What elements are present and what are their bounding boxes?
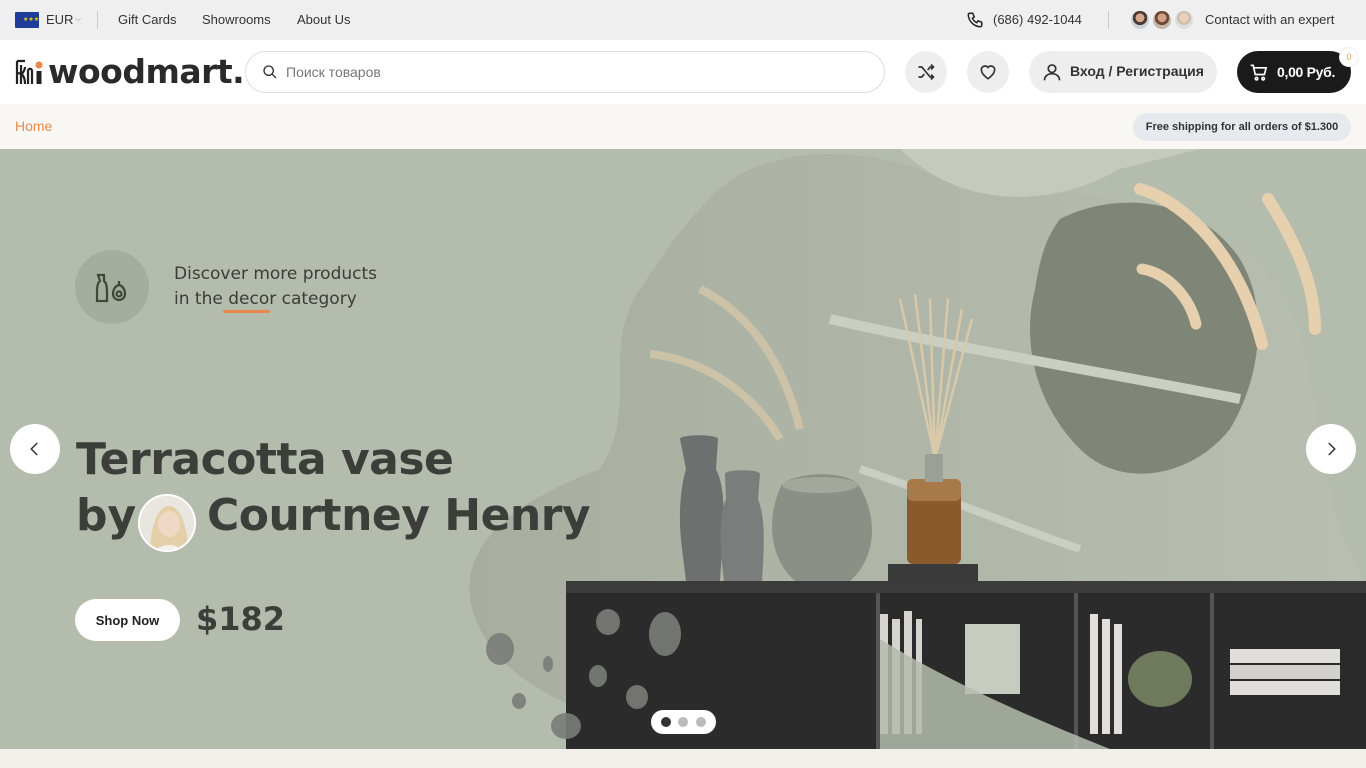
showrooms-link[interactable]: Showrooms [202, 12, 271, 27]
decor-category-badge[interactable] [75, 250, 149, 324]
slide-pagination [651, 710, 716, 734]
slide-dot-3[interactable] [696, 717, 706, 727]
category-promo-line2: in the decor category [174, 289, 357, 309]
vase-icon [95, 273, 127, 303]
slide-dot-2[interactable] [678, 717, 688, 727]
divider [97, 11, 98, 29]
category-promo-suffix: category [276, 289, 357, 309]
category-promo-line1: Discover more products [174, 264, 378, 284]
chevron-left-icon [30, 442, 38, 456]
logo-wordmark[interactable]: woodmart. [48, 52, 245, 91]
author-avatar [138, 494, 196, 552]
decor-category-link[interactable]: decor [228, 289, 276, 309]
avatar [1151, 9, 1173, 31]
cart-count-badge: 0 [1340, 48, 1358, 66]
cart-button[interactable]: 0,00 Руб. [1237, 51, 1351, 93]
logo-mark-icon[interactable] [15, 59, 43, 86]
about-us-link[interactable]: About Us [297, 12, 350, 27]
currency-selector[interactable]: EUR [46, 12, 73, 27]
contact-expert-link[interactable]: Contact with an expert [1205, 12, 1334, 27]
page-bottom-strip [0, 749, 1366, 768]
slide-dot-1[interactable] [661, 717, 671, 727]
prev-slide-button[interactable] [10, 424, 60, 474]
next-slide-button[interactable] [1306, 424, 1356, 474]
hero-title: Terracotta vase [76, 434, 454, 485]
avatar [1173, 9, 1195, 31]
free-shipping-badge: Free shipping for all orders of $1.300 [1133, 113, 1351, 141]
avatar [1129, 9, 1151, 31]
search-bar[interactable] [245, 51, 885, 93]
shop-now-button[interactable]: Shop Now [75, 599, 180, 641]
cart-icon [1250, 64, 1268, 81]
hero-price: $182 [196, 600, 286, 638]
search-icon[interactable] [262, 64, 278, 80]
phone-number[interactable]: (686) 492-1044 [993, 12, 1082, 27]
heart-icon [980, 65, 996, 80]
login-register-button[interactable]: Вход / Регистрация [1029, 51, 1217, 93]
category-promo-prefix: in the [174, 289, 229, 309]
cart-total: 0,00 Руб. [1277, 64, 1336, 80]
phone-icon [967, 12, 983, 28]
compare-button[interactable] [905, 51, 947, 93]
divider [1108, 11, 1109, 29]
gift-cards-link[interactable]: Gift Cards [118, 12, 177, 27]
user-icon [1043, 64, 1061, 81]
login-label: Вход / Регистрация [1070, 63, 1204, 79]
eu-flag-icon[interactable]: ★★★ [15, 12, 39, 28]
chevron-right-icon [1328, 442, 1336, 456]
chevron-down-icon[interactable]: ⌵ [75, 14, 81, 24]
breadcrumb-home[interactable]: Home [15, 118, 52, 134]
top-bar: ★★★ EUR ⌵ Gift Cards Showrooms About Us … [0, 0, 1366, 40]
accent-underline [223, 310, 270, 313]
shuffle-icon [918, 63, 935, 81]
hero-author-name: Courtney Henry [207, 490, 591, 541]
wishlist-button[interactable] [967, 51, 1009, 93]
search-input[interactable] [286, 52, 866, 92]
hero-by-label: by [76, 490, 137, 541]
